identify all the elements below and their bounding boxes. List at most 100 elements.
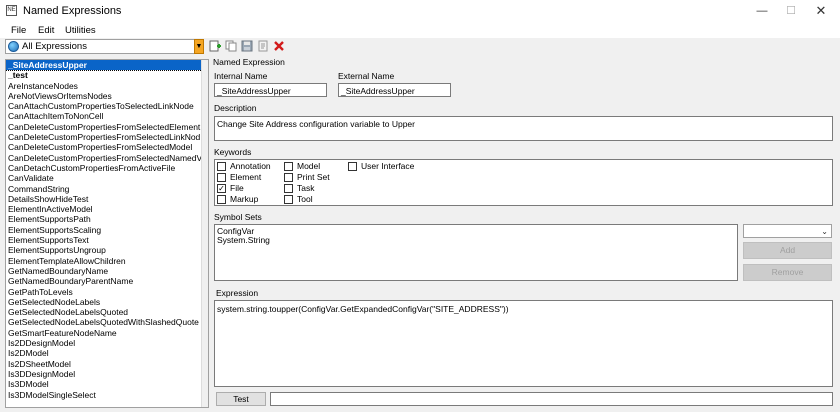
- maximize-button[interactable]: ☐: [776, 0, 806, 22]
- list-item[interactable]: ElementSupportsScaling: [6, 225, 208, 235]
- description-label: Description: [214, 103, 257, 113]
- title-bar: NE Named Expressions — ☐ ✕: [0, 0, 840, 22]
- keywords-label: Keywords: [214, 147, 252, 157]
- test-button[interactable]: Test: [216, 392, 266, 406]
- list-item[interactable]: CanDeleteCustomPropertiesFromSelectedMod…: [6, 142, 208, 152]
- keyword-checkbox[interactable]: Model: [284, 161, 320, 172]
- save-icon[interactable]: [241, 40, 253, 52]
- checkbox-box[interactable]: [217, 195, 226, 204]
- symbol-set-item[interactable]: System.String: [215, 236, 737, 245]
- app-icon: NE: [6, 5, 17, 16]
- expression-editor[interactable]: system.string.toupper(ConfigVar.GetExpan…: [214, 300, 833, 387]
- symbol-sets-list[interactable]: ConfigVar System.String: [214, 224, 738, 281]
- named-expression-panel: Named Expression Internal Name _SiteAddr…: [210, 55, 838, 410]
- list-item[interactable]: Is2DDesignModel: [6, 338, 208, 348]
- list-item[interactable]: AreInstanceNodes: [6, 81, 208, 91]
- internal-name-label: Internal Name: [214, 71, 268, 81]
- menu-file[interactable]: File: [11, 25, 26, 36]
- checkbox-box[interactable]: [217, 173, 226, 182]
- list-item[interactable]: ElementInActiveModel: [6, 204, 208, 214]
- chevron-down-icon: ⌄: [821, 227, 828, 236]
- keyword-label: User Interface: [361, 161, 415, 171]
- list-item[interactable]: _SiteAddressUpper: [6, 60, 208, 72]
- list-item[interactable]: GetNamedBoundaryParentName: [6, 276, 208, 286]
- keyword-label: Markup: [230, 194, 259, 204]
- checkmark-icon[interactable]: ✓: [217, 184, 226, 193]
- list-item[interactable]: AreNotViewsOrItemsNodes: [6, 91, 208, 101]
- list-item[interactable]: GetNamedBoundaryName: [6, 266, 208, 276]
- properties-icon[interactable]: [257, 40, 269, 52]
- close-button[interactable]: ✕: [806, 0, 836, 22]
- expression-list[interactable]: _SiteAddressUpper _test AreInstanceNodes Ar…: [5, 59, 209, 408]
- list-item[interactable]: CanDeleteCustomPropertiesFromSelectedEle…: [6, 122, 208, 132]
- list-item[interactable]: CanAttachCustomPropertiesToSelectedLinkN…: [6, 101, 208, 111]
- list-item[interactable]: DetailsShowHideTest: [6, 194, 208, 204]
- list-item[interactable]: ElementSupportsText: [6, 235, 208, 245]
- menu-utilities[interactable]: Utilities: [65, 25, 96, 36]
- list-item[interactable]: CanDeleteCustomPropertiesFromSelectedLin…: [6, 132, 208, 142]
- test-result-field: [270, 392, 833, 406]
- chevron-down-icon[interactable]: ▼: [194, 39, 204, 54]
- window-title: Named Expressions: [23, 5, 122, 17]
- new-expression-icon[interactable]: [209, 40, 221, 52]
- list-item[interactable]: CommandString: [6, 184, 208, 194]
- globe-icon: [8, 41, 19, 52]
- list-item[interactable]: GetSelectedNodeLabelsQuotedWithSlashedQu…: [6, 317, 208, 327]
- list-item[interactable]: ElementTemplateAllowChildren: [6, 256, 208, 266]
- expression-filter-select[interactable]: All Expressions ▼: [5, 39, 204, 54]
- internal-name-field[interactable]: _SiteAddressUpper: [214, 83, 327, 97]
- keyword-checkbox[interactable]: Element: [217, 172, 261, 183]
- keywords-box: Annotation Element ✓ File Markup Model Print S…: [214, 159, 833, 206]
- keyword-label: Model: [297, 161, 321, 171]
- keyword-label: Annotation: [230, 161, 271, 171]
- keyword-label: Tool: [297, 194, 313, 204]
- checkbox-box[interactable]: [284, 195, 293, 204]
- keyword-checkbox[interactable]: Annotation: [217, 161, 271, 172]
- list-item[interactable]: Is2DModel: [6, 348, 208, 358]
- list-item[interactable]: CanValidate: [6, 173, 208, 183]
- menu-edit[interactable]: Edit: [38, 25, 54, 36]
- list-item[interactable]: CanDetachCustomPropertiesFromActiveFile: [6, 163, 208, 173]
- keyword-checkbox[interactable]: User Interface: [348, 161, 414, 172]
- symbol-set-item[interactable]: ConfigVar: [215, 227, 737, 236]
- list-item[interactable]: Is2DSheetModel: [6, 359, 208, 369]
- checkbox-box[interactable]: [284, 162, 293, 171]
- symbol-sets-label: Symbol Sets: [214, 212, 262, 222]
- add-symbol-set-button[interactable]: Add: [743, 242, 832, 259]
- list-item[interactable]: Is3DDesignModel: [6, 369, 208, 379]
- keyword-checkbox[interactable]: Markup: [217, 194, 258, 205]
- keyword-checkbox[interactable]: Print Set: [284, 172, 330, 183]
- minimize-button[interactable]: —: [747, 0, 777, 22]
- keyword-checkbox[interactable]: ✓ File: [217, 183, 244, 194]
- expression-list-items: _SiteAddressUpper _test AreInstanceNodes Ar…: [6, 60, 208, 400]
- list-item[interactable]: Is3DModel: [6, 379, 208, 389]
- keyword-label: Task: [297, 183, 315, 193]
- list-item[interactable]: GetSelectedNodeLabels: [6, 297, 208, 307]
- list-item[interactable]: ElementSupportsPath: [6, 214, 208, 224]
- external-name-label: External Name: [338, 71, 395, 81]
- remove-symbol-set-button[interactable]: Remove: [743, 264, 832, 281]
- list-item[interactable]: _test: [6, 70, 208, 80]
- list-item[interactable]: GetSelectedNodeLabelsQuoted: [6, 307, 208, 317]
- list-scrollbar[interactable]: [201, 60, 208, 407]
- list-item[interactable]: Is3DModelSingleSelect: [6, 390, 208, 400]
- checkbox-box[interactable]: [284, 184, 293, 193]
- keyword-label: File: [230, 183, 244, 193]
- list-item[interactable]: CanDeleteCustomPropertiesFromSelectedNam…: [6, 153, 208, 163]
- list-item[interactable]: ElementSupportsUngroup: [6, 245, 208, 255]
- keyword-checkbox[interactable]: Tool: [284, 194, 313, 205]
- checkbox-box[interactable]: [348, 162, 357, 171]
- delete-icon[interactable]: [273, 40, 285, 52]
- list-item[interactable]: CanAttachItemToNonCell: [6, 111, 208, 121]
- copy-expression-icon[interactable]: [225, 40, 237, 52]
- keyword-label: Element: [230, 172, 262, 182]
- symbol-set-select[interactable]: ⌄: [743, 224, 832, 238]
- description-field[interactable]: Change Site Address configuration variab…: [214, 116, 833, 141]
- checkbox-box[interactable]: [284, 173, 293, 182]
- list-item[interactable]: GetPathToLevels: [6, 287, 208, 297]
- list-item[interactable]: GetSmartFeatureNodeName: [6, 328, 208, 338]
- keyword-checkbox[interactable]: Task: [284, 183, 314, 194]
- external-name-field[interactable]: _SiteAddressUpper: [338, 83, 451, 97]
- expression-label: Expression: [216, 288, 259, 298]
- checkbox-box[interactable]: [217, 162, 226, 171]
